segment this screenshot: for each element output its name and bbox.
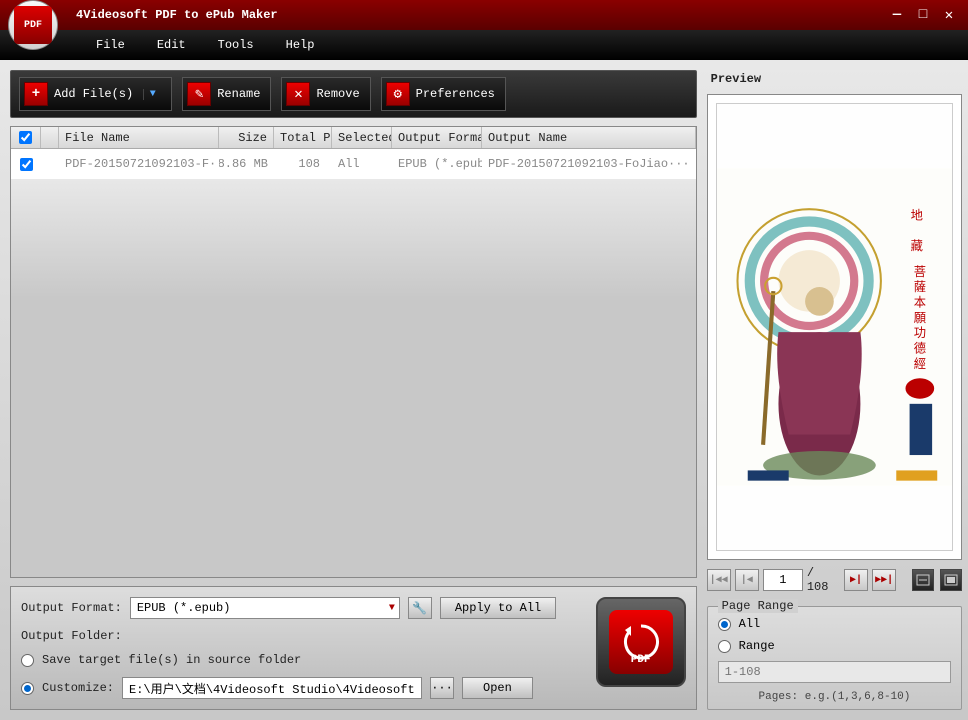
svg-text:薩: 薩 (913, 280, 925, 295)
preferences-button[interactable]: ⚙ Preferences (381, 77, 506, 111)
titlebar: PDF 4Videosoft PDF to ePub Maker — □ ✕ (0, 0, 968, 30)
page-range-box: Page Range All Range Pages: e.g.(1,3,6,8… (707, 606, 963, 710)
header-selected[interactable]: Selected (332, 127, 392, 148)
preview-box: 地 藏 菩 薩 本 願 功 德 經 (707, 94, 963, 560)
output-settings: Output Format: EPUB (*.epub) ▼ 🔧 Apply t… (10, 586, 697, 710)
range-input[interactable] (718, 661, 952, 683)
output-format-value: EPUB (*.epub) (137, 601, 231, 615)
remove-label: Remove (316, 87, 359, 101)
header-checkbox-cell[interactable] (11, 127, 41, 148)
chevron-down-icon: ▼ (389, 603, 395, 614)
pencil-icon: ✎ (187, 82, 211, 106)
page-range-legend: Page Range (718, 599, 798, 613)
convert-button[interactable]: PDF (596, 597, 686, 687)
row-checkbox[interactable] (20, 158, 33, 171)
window-title: 4Videosoft PDF to ePub Maker (76, 8, 278, 22)
svg-text:功: 功 (913, 326, 925, 341)
customize-path-input[interactable]: E:\用户\文档\4Videosoft Studio\4Videosoft PD… (122, 677, 422, 699)
range-all-label: All (739, 617, 761, 631)
menu-edit[interactable]: Edit (141, 32, 202, 58)
cell-totalpages: 108 (274, 149, 332, 179)
customize-label: Customize: (42, 681, 114, 695)
add-file-label: Add File(s) (54, 87, 133, 101)
menu-help[interactable]: Help (270, 32, 331, 58)
header-filename[interactable]: File Name (59, 127, 219, 148)
menubar: File Edit Tools Help (0, 30, 968, 60)
table-row[interactable]: PDF-20150721092103-F··· 8.86 MB 108 All … (11, 149, 696, 179)
last-page-button[interactable]: ▶▶| (872, 569, 896, 591)
minimize-button[interactable]: — (886, 6, 908, 24)
preview-illustration: 地 藏 菩 薩 本 願 功 德 經 (717, 104, 953, 550)
maximize-button[interactable]: □ (912, 6, 934, 24)
ellipsis-icon: ··· (431, 681, 453, 695)
header-outputname[interactable]: Output Name (482, 127, 696, 148)
file-list: File Name Size Total Pa Selected Output … (10, 126, 697, 578)
preview-image: 地 藏 菩 薩 本 願 功 德 經 (716, 103, 954, 551)
preferences-label: Preferences (416, 87, 495, 101)
cell-filename: PDF-20150721092103-F··· (59, 149, 219, 179)
apply-to-all-button[interactable]: Apply to All (440, 597, 556, 619)
range-all-radio[interactable] (718, 618, 731, 631)
open-folder-button[interactable]: Open (462, 677, 533, 699)
close-button[interactable]: ✕ (938, 6, 960, 24)
cell-size: 8.86 MB (219, 149, 274, 179)
rename-button[interactable]: ✎ Rename (182, 77, 271, 111)
cell-outputname: PDF-20150721092103-FoJiao··· (482, 149, 696, 179)
fit-width-button[interactable] (912, 569, 934, 591)
convert-pdf-icon: PDF (609, 610, 673, 674)
header-totalpages[interactable]: Total Pa (274, 127, 332, 148)
svg-text:地: 地 (910, 208, 922, 223)
range-custom-label: Range (739, 639, 775, 653)
customize-radio[interactable] (21, 682, 34, 695)
page-number-input[interactable] (763, 569, 803, 591)
output-format-combo[interactable]: EPUB (*.epub) ▼ (130, 597, 400, 619)
menu-file[interactable]: File (80, 32, 141, 58)
range-hint: Pages: e.g.(1,3,6,8-10) (718, 691, 952, 703)
cell-outputformat: EPUB (*.epub) (392, 149, 482, 179)
save-source-radio[interactable] (21, 654, 34, 667)
header-outputformat[interactable]: Output Format (392, 127, 482, 148)
browse-button[interactable]: ··· (430, 677, 454, 699)
svg-text:菩: 菩 (913, 265, 925, 280)
svg-text:經: 經 (913, 357, 925, 372)
svg-text:藏: 藏 (910, 239, 922, 254)
preview-label: Preview (707, 70, 963, 88)
select-all-checkbox[interactable] (19, 131, 32, 144)
fit-page-button[interactable] (940, 569, 962, 591)
svg-text:本: 本 (913, 296, 925, 311)
add-file-button[interactable]: + Add File(s) ▼ (19, 77, 172, 111)
save-source-label: Save target file(s) in source folder (42, 653, 301, 667)
gear-icon: ⚙ (386, 82, 410, 106)
next-page-button[interactable]: ▶| (844, 569, 868, 591)
preview-nav: |◀◀ |◀ / 108 ▶| ▶▶| (707, 566, 963, 594)
svg-text:願: 願 (913, 312, 925, 326)
add-file-dropdown[interactable]: ▼ (143, 89, 161, 100)
header-size[interactable]: Size (219, 127, 274, 148)
file-list-empty-area (11, 179, 696, 577)
pdf-logo-icon: PDF (14, 6, 52, 44)
svg-text:德: 德 (913, 341, 925, 357)
toolbar: + Add File(s) ▼ ✎ Rename ✕ Remove ⚙ Pref… (10, 70, 697, 118)
x-icon: ✕ (286, 82, 310, 106)
first-page-button[interactable]: |◀◀ (707, 569, 731, 591)
page-total: / 108 (807, 566, 840, 594)
output-format-label: Output Format: (21, 601, 122, 615)
remove-button[interactable]: ✕ Remove (281, 77, 370, 111)
prev-page-button[interactable]: |◀ (735, 569, 759, 591)
range-custom-radio[interactable] (718, 640, 731, 653)
file-list-header: File Name Size Total Pa Selected Output … (11, 127, 696, 149)
app-logo: PDF (8, 0, 58, 50)
format-settings-button[interactable]: 🔧 (408, 597, 432, 619)
output-folder-label: Output Folder: (21, 629, 122, 643)
menu-tools[interactable]: Tools (202, 32, 270, 58)
header-spacer (41, 127, 59, 148)
wrench-icon: 🔧 (412, 601, 427, 616)
rename-label: Rename (217, 87, 260, 101)
plus-icon: + (24, 82, 48, 106)
cell-selected: All (332, 149, 392, 179)
